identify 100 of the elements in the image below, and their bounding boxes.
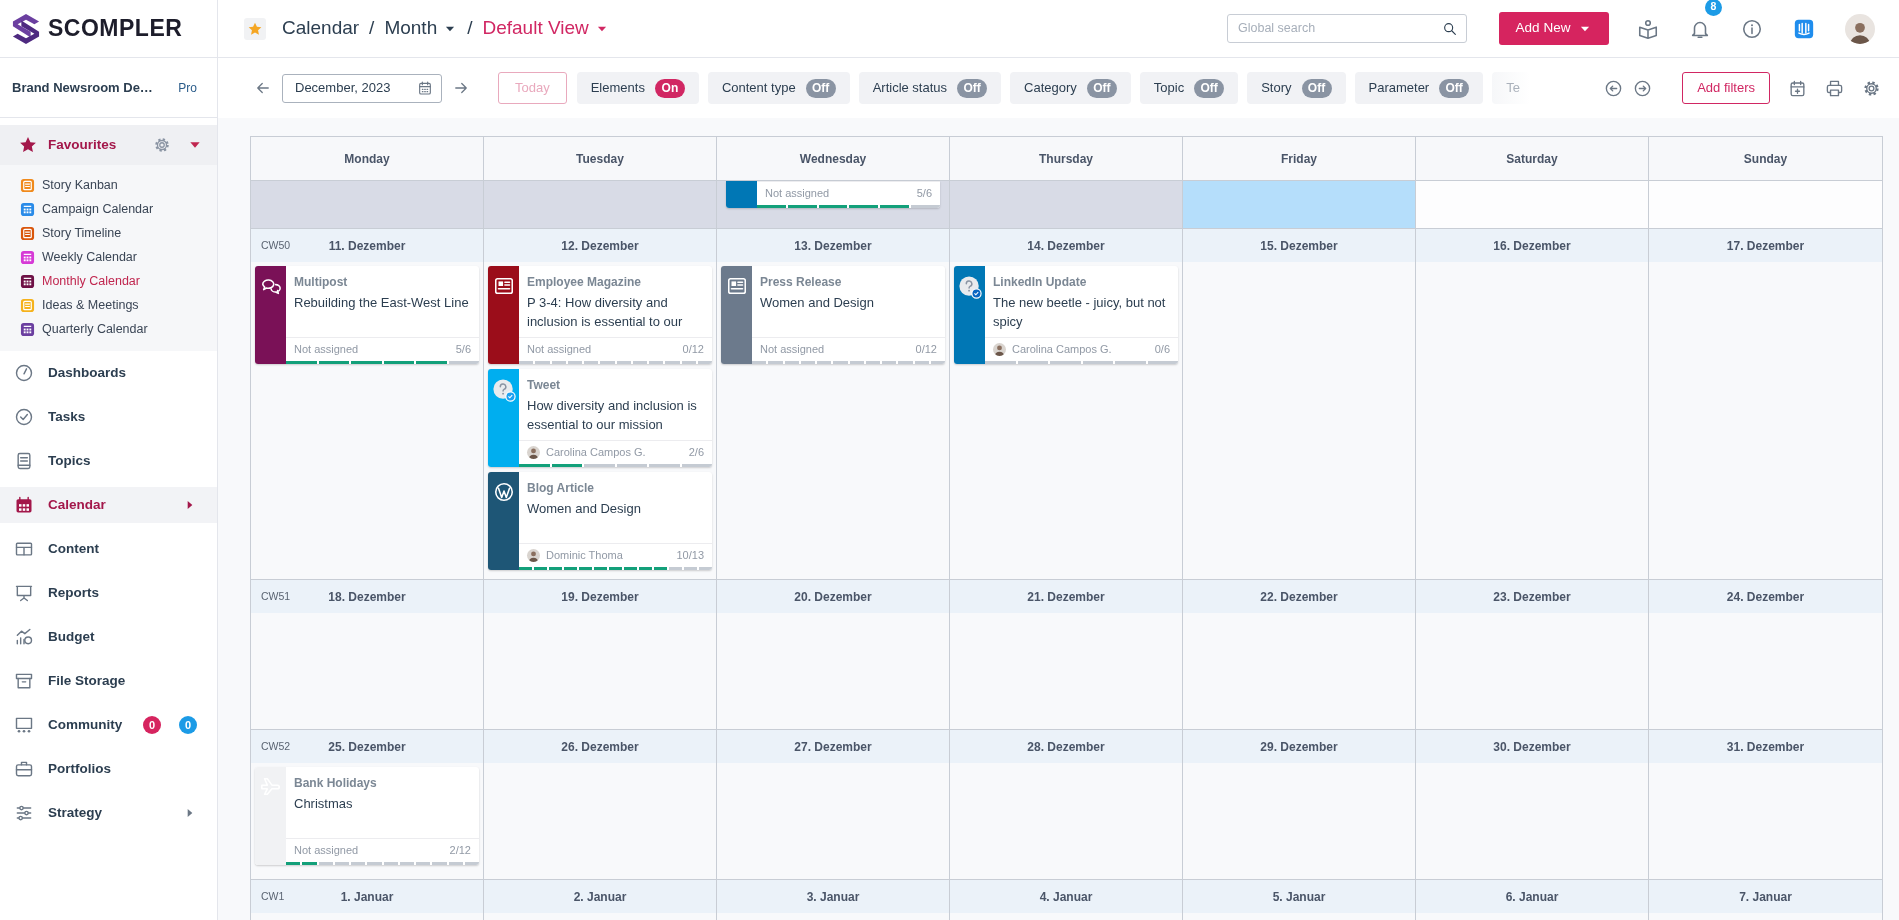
event-card[interactable]: Blog Article Women and Design Dominic Thoma 10/13 xyxy=(488,472,712,570)
day-cell[interactable]: 3. Januar xyxy=(717,879,950,920)
date-label: 7. Januar xyxy=(1739,888,1792,906)
day-cell[interactable]: 27. Dezember xyxy=(717,729,950,879)
day-cell[interactable]: 30. Dezember xyxy=(1416,729,1649,879)
date-label: 16. Dezember xyxy=(1493,237,1571,255)
day-cell[interactable]: 22. Dezember xyxy=(1183,579,1416,729)
print-button[interactable] xyxy=(1825,78,1844,98)
favourite-item[interactable]: Quarterly Calendar xyxy=(0,317,217,341)
date-field[interactable]: December, 2023 xyxy=(282,73,442,103)
day-cell[interactable]: 5. Januar xyxy=(1183,879,1416,920)
day-cell[interactable]: CW50 11. Dezember Multipost Rebuilding the East-West Line Not assigned 5/6 xyxy=(251,228,484,579)
favourite-item[interactable]: Campaign Calendar xyxy=(0,197,217,221)
date-label: 29. Dezember xyxy=(1260,738,1338,756)
day-cell[interactable]: CW51 18. Dezember xyxy=(251,579,484,729)
nav-item[interactable]: Calendar xyxy=(0,486,217,524)
day-cell[interactable] xyxy=(1183,180,1416,228)
day-cell[interactable]: 2. Januar xyxy=(484,879,717,920)
event-card[interactable]: Bank Holidays Christmas Not assigned 2/12 xyxy=(255,767,479,865)
nav-item[interactable]: Strategy xyxy=(0,794,217,832)
day-cell[interactable] xyxy=(950,180,1183,228)
help-icon xyxy=(491,378,516,402)
day-cell[interactable]: 21. Dezember xyxy=(950,579,1183,729)
favourite-item[interactable]: Story Timeline xyxy=(0,221,217,245)
filter-chip[interactable]: Story Off xyxy=(1247,72,1346,104)
scroll-left-button[interactable] xyxy=(1604,78,1624,98)
nav-item[interactable]: Portfolios xyxy=(0,750,217,788)
event-card[interactable]: Press Release Women and Design Not assigned 0/12 xyxy=(721,266,945,364)
day-cell[interactable]: CW52 25. Dezember Bank Holidays Christmas Not assigned 2/12 xyxy=(251,729,484,879)
day-cell[interactable]: 13. Dezember Press Release Women and Design Not assigned 0/12 xyxy=(717,228,950,579)
day-cell[interactable]: 4. Januar xyxy=(950,879,1183,920)
nav-item[interactable]: Community 0 0 xyxy=(0,706,217,744)
nav-item[interactable]: Reports xyxy=(0,574,217,612)
event-card[interactable]: Employee Magazine P 3-4: How diversity and inclusion is essential to our Not assigned 0/12 xyxy=(488,266,712,364)
breadcrumb-link[interactable]: Default View xyxy=(482,14,609,43)
event-card[interactable]: LinkedIn Update The new beetle - juicy, but not spicy Carolina Campos G. 0/6 xyxy=(954,266,1178,364)
filter-chip[interactable]: Topic Off xyxy=(1139,72,1239,104)
day-cell[interactable]: 20. Dezember xyxy=(717,579,950,729)
progress-count: 0/12 xyxy=(682,342,704,358)
filter-chip[interactable]: Content type Off xyxy=(707,72,850,104)
day-cell[interactable] xyxy=(1416,180,1649,228)
search-input[interactable]: Global search xyxy=(1236,18,1442,39)
add-filters-button[interactable]: Add filters xyxy=(1682,72,1770,104)
favourite-item[interactable]: Weekly Calendar xyxy=(0,245,217,269)
assignee-label: Not assigned xyxy=(294,342,359,358)
nav-item[interactable]: Tasks xyxy=(0,399,217,436)
date-label: 1. Januar xyxy=(340,888,394,906)
filter-chip[interactable]: Parameter Off xyxy=(1354,72,1484,104)
date-label: 25. Dezember xyxy=(328,738,406,756)
day-cell[interactable]: CW1 1. Januar xyxy=(251,879,484,920)
add-event-button[interactable] xyxy=(1788,78,1807,98)
nav-item[interactable]: Dashboards xyxy=(0,355,217,392)
settings-button[interactable] xyxy=(1862,78,1881,98)
date-label: 6. Januar xyxy=(1505,888,1559,906)
assignee-label: Not assigned xyxy=(760,342,825,358)
arrow-left-icon xyxy=(1604,78,1624,98)
date-label: 24. Dezember xyxy=(1726,588,1805,606)
day-cell[interactable]: 14. Dezember LinkedIn Update The new beetle - juicy, but not spicy Carolina Campos G. 0/6 xyxy=(950,228,1183,579)
nav-item[interactable]: Content xyxy=(0,530,217,568)
filter-chip[interactable]: Elements On xyxy=(576,72,699,104)
date-label: 12. Dezember xyxy=(561,237,639,255)
event-card[interactable]: Tweet How diversity and inclusion is essential to our mission Carolina Campos G. 2/6 xyxy=(488,369,712,467)
day-cell[interactable] xyxy=(251,180,484,228)
avatar[interactable] xyxy=(1845,13,1875,44)
day-cell[interactable]: 6. Januar xyxy=(1416,879,1649,920)
day-cell[interactable] xyxy=(484,180,717,228)
scroll-right-button[interactable] xyxy=(1633,78,1653,98)
toggle-switch[interactable]: On xyxy=(654,78,685,98)
day-cell[interactable]: 19. Dezember xyxy=(484,579,717,729)
dashboard-icon xyxy=(14,363,34,384)
search-field[interactable]: Global search xyxy=(1227,14,1467,43)
date-label: 22. Dezember xyxy=(1260,588,1338,606)
settings-icon[interactable] xyxy=(153,136,171,154)
day-cell[interactable]: 29. Dezember xyxy=(1183,729,1416,879)
breadcrumb-link[interactable]: Calendar xyxy=(282,14,360,43)
workspace-name[interactable]: Brand Newsroom De… xyxy=(12,77,153,98)
check-circle-icon xyxy=(14,407,34,428)
nav-item[interactable]: Budget xyxy=(0,618,217,656)
nav-item[interactable]: File Storage xyxy=(0,662,217,700)
date-label: 2. Januar xyxy=(573,888,627,906)
filter-chip[interactable]: Article status Off xyxy=(858,72,1002,104)
day-cell[interactable]: 28. Dezember xyxy=(950,729,1183,879)
day-cell[interactable]: 16. Dezember xyxy=(1416,228,1649,579)
date-label: 4. Januar xyxy=(1039,888,1093,906)
filter-chip[interactable]: Category Off xyxy=(1010,72,1131,104)
date-label: 17. Dezember xyxy=(1726,237,1805,255)
day-cell[interactable]: 26. Dezember xyxy=(484,729,717,879)
day-cell[interactable]: 15. Dezember xyxy=(1183,228,1416,579)
date-label: 5. Januar xyxy=(1272,888,1326,906)
day-cell[interactable]: 23. Dezember xyxy=(1416,579,1649,729)
favourite-item[interactable]: Story Kanban xyxy=(0,173,217,197)
add-new-button[interactable]: Add New xyxy=(1499,12,1609,45)
favourite-item[interactable]: Monthly Calendar xyxy=(0,269,217,293)
breadcrumb-link[interactable]: Month xyxy=(384,14,458,43)
event-card[interactable]: Multipost Rebuilding the East-West Line Not assigned 5/6 xyxy=(255,266,479,364)
nav-item[interactable]: Topics xyxy=(0,442,217,480)
progress-count: 5/6 xyxy=(455,342,471,358)
favourite-item[interactable]: Ideas & Meetings xyxy=(0,293,217,317)
day-cell[interactable] xyxy=(484,228,717,579)
day-cell[interactable] xyxy=(1649,180,1882,228)
